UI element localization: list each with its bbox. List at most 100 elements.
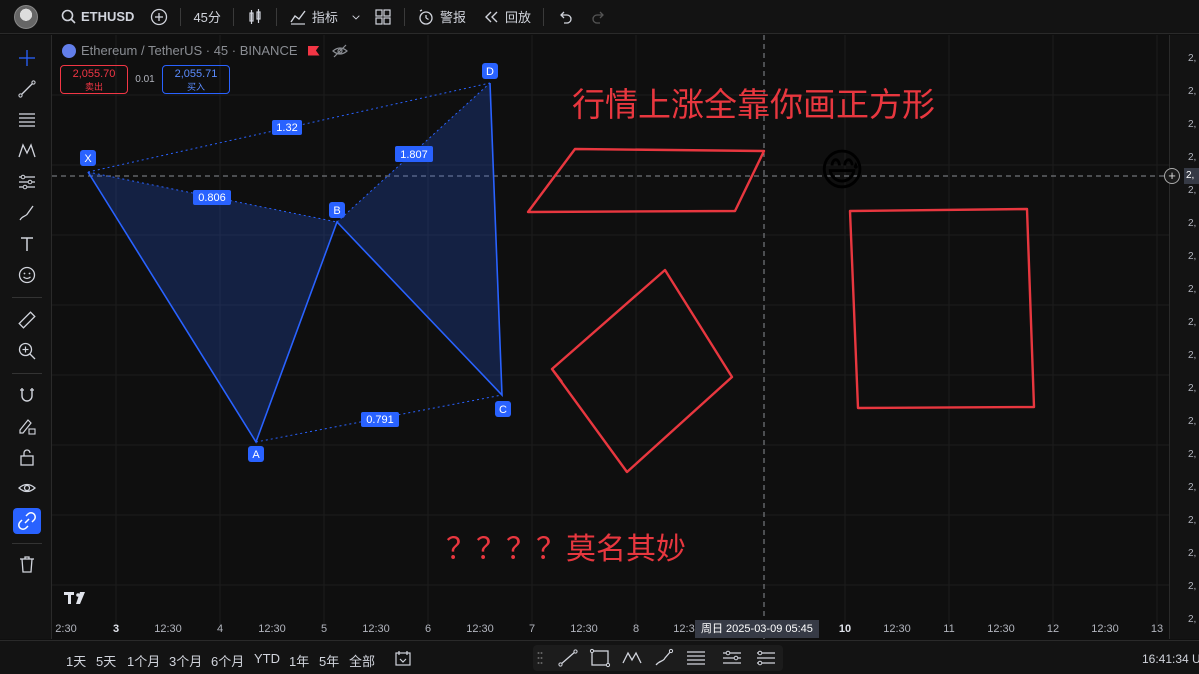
lock-all-drawings-tool[interactable] [13,444,41,470]
drawing-toolbar [0,35,52,639]
legend-title: Ethereum / TetherUS · 45 · BINANCE [81,43,298,58]
indicators-button[interactable]: 指标 [281,0,346,34]
symbol-label: ETHUSD [81,9,135,24]
buy-button[interactable]: 2,055.71 买入 [162,65,230,94]
trend-line-icon [18,80,36,98]
measure-tool[interactable] [13,307,41,333]
red-square[interactable] [848,207,1036,410]
brush-icon [19,205,34,221]
range-5y[interactable]: 5年 [319,651,339,670]
trash-icon [20,556,34,573]
pencil-lock-icon [19,419,36,435]
time-tick: 7 [528,623,536,635]
red-drawings[interactable] [526,147,1036,474]
range-1d[interactable]: 1天 [66,651,86,670]
drag-handle-icon[interactable] [537,650,543,666]
flag-icon[interactable] [307,45,320,56]
time-tick: 12:30 [466,623,494,635]
price-tick: 2, [1188,53,1197,64]
trend-line-tool[interactable] [13,76,41,102]
date-range-calendar-icon[interactable] [394,649,412,667]
pattern-triangle-xab [88,172,337,442]
alerts-button[interactable]: 警报 [409,0,474,34]
sell-price: 2,055.70 [72,68,116,80]
time-tick: 3 [112,623,120,635]
fav-position-button[interactable] [755,648,777,668]
range-6m[interactable]: 6个月 [211,651,244,670]
prediction-tool[interactable] [13,169,41,195]
price-tick: 2, [1188,515,1197,526]
range-3m[interactable]: 3个月 [169,651,202,670]
sell-button[interactable]: 2,055.70 卖出 [60,65,128,94]
chart-type-button[interactable] [238,0,272,34]
undo-icon [560,11,572,24]
fav-fib-button[interactable] [685,648,707,668]
horizontal-lines-icon [687,651,705,665]
tradingview-logo-icon [64,592,85,604]
fav-rectangle-button[interactable] [589,648,611,668]
fib-tool[interactable] [13,107,41,133]
chart-legend: Ethereum / TetherUS · 45 · BINANCE [62,43,348,58]
zoom-tool[interactable] [13,338,41,364]
rectangle-icon [589,648,611,668]
user-avatar[interactable] [14,4,38,29]
chart-canvas[interactable]: X A B C D 1.32 0.806 1.807 0.791 行情上涨全靠你… [52,35,1169,639]
annotation-question[interactable]: ？？？？莫名其妙 [446,532,686,567]
red-diamond[interactable] [550,268,734,474]
compare-button[interactable] [142,0,176,34]
sliders-icon [757,650,775,666]
layouts-button[interactable] [366,0,400,34]
bottom-toolbar: 1天 5天 1个月 3个月 6个月 YTD 1年 5年 全部 16:41:34 … [0,640,1199,674]
fav-trend-line-button[interactable] [557,648,579,668]
add-alert-plus-icon[interactable]: + [1164,168,1180,184]
price-tick: 2, [1188,416,1197,427]
ratio-ac: 0.791 [366,414,394,426]
eye-off-icon[interactable] [331,44,348,58]
utc-clock[interactable]: 16:41:34 U [1142,652,1199,666]
emoji-tool[interactable] [13,262,41,288]
toolbar-divider [403,7,405,26]
fav-brush-button[interactable] [653,648,675,668]
ratio-bd: 1.807 [400,149,428,161]
range-5d[interactable]: 5天 [96,651,116,670]
range-all[interactable]: 全部 [349,651,375,670]
time-axis[interactable]: 2:30 3 12:30 4 12:30 5 12:30 6 12:30 7 1… [52,618,1169,639]
fav-xabcd-button[interactable] [621,648,643,668]
lock-drawing-mode-tool[interactable] [13,413,41,439]
symbol-search-button[interactable]: ETHUSD [52,0,142,34]
magnet-tool[interactable] [13,382,41,408]
crosshair-tool[interactable] [13,45,41,71]
annotation-headline[interactable]: 行情上涨全靠你画正方形 [572,85,935,124]
sync-drawings-tool[interactable] [13,508,41,534]
replay-label: 回放 [504,10,531,25]
pattern-tool[interactable] [13,138,41,164]
text-tool[interactable] [13,231,41,257]
interval-button[interactable]: 45分 [185,0,228,34]
time-tick: 12 [1046,623,1060,635]
point-c-label: C [499,404,507,416]
toolbar-divider [542,7,544,26]
range-1y[interactable]: 1年 [289,651,309,670]
hide-drawings-tool[interactable] [13,475,41,501]
annotation-emoji[interactable]: 😅 [819,145,865,196]
range-1m[interactable]: 1个月 [127,651,160,670]
time-tick: 12:30 [1091,623,1119,635]
undo-button[interactable] [548,0,582,34]
brush-tool[interactable] [13,200,41,226]
replay-button[interactable]: 回放 [474,0,539,34]
remove-drawings-tool[interactable] [13,551,41,577]
redo-button[interactable] [582,0,616,34]
indicators-dropdown[interactable] [346,0,366,34]
toolbar-divider [12,373,42,374]
price-tick: 2, [1188,251,1197,262]
ratio-xd: 1.32 [276,122,297,134]
fav-projection-button[interactable] [721,648,743,668]
range-ytd[interactable]: YTD [254,651,280,666]
rewind-icon [484,11,498,22]
time-tick: 12:30 [570,623,598,635]
price-tick: 2, [1188,482,1197,493]
price-scale[interactable]: 2, 2, 2, 2, 2, 2, 2, 2, 2, 2, 2, 2, 2, 2… [1169,35,1199,639]
red-parallelogram[interactable] [526,147,766,214]
price-tick: 2, [1188,218,1197,229]
magnet-icon [20,388,34,402]
